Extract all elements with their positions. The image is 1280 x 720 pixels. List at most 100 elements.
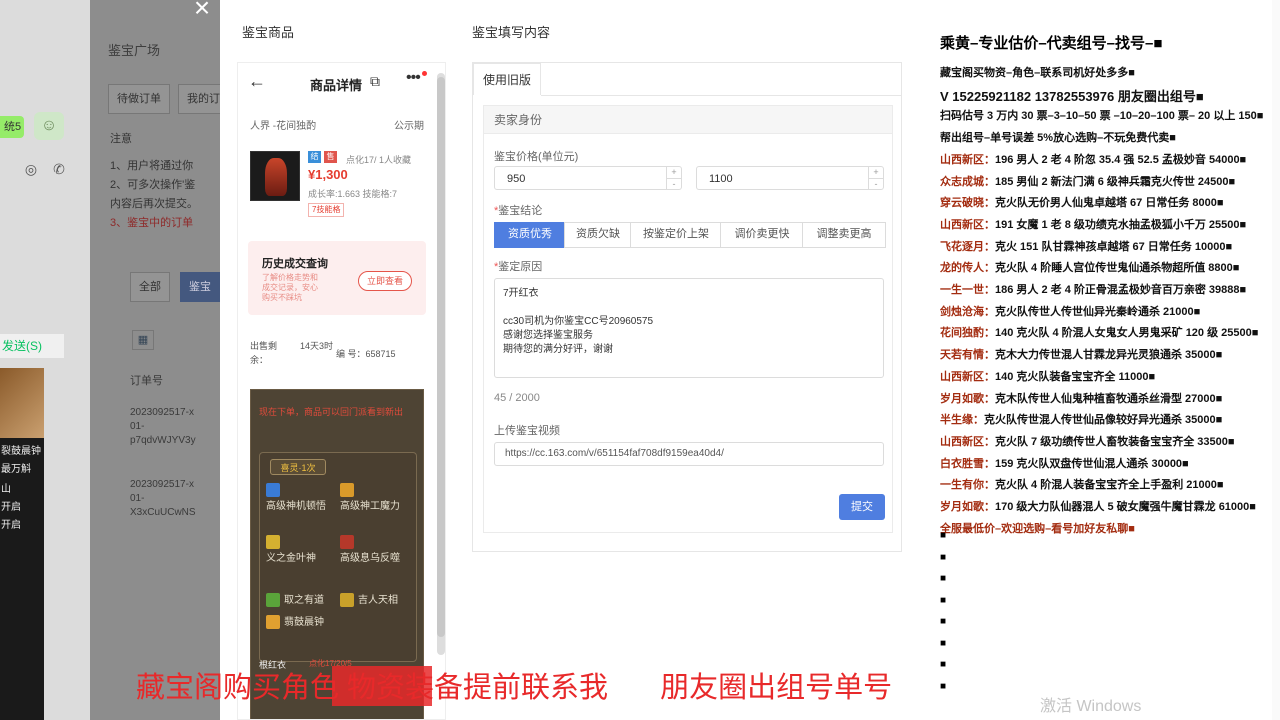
scrollbar-thumb[interactable] xyxy=(437,77,445,637)
video-url-input[interactable]: https://cc.163.com/v/651154faf708df9159e… xyxy=(494,442,884,466)
sale-left-label: 出售剩余： xyxy=(250,341,278,365)
option-sell-higher[interactable]: 调整卖更高 xyxy=(802,222,886,248)
chip-all[interactable]: 全部 xyxy=(130,272,170,302)
appraisal-modal: 鉴宝商品 鉴宝填写内容 ← 商品详情 ⧉ ••• 人界 -花间独酌 公示期 结 … xyxy=(220,0,926,720)
ad-line: 龙的传人：克火队 4 阶睡人宫位传世鬼仙通杀物超所值 8800■ xyxy=(940,259,1239,275)
skill-label: 义之金叶神 xyxy=(266,553,316,564)
ad-title: 乘黄–专业估价–代卖组号–找号–■ xyxy=(940,35,1163,52)
price: ¥1,300 xyxy=(308,167,348,182)
stepper[interactable]: + - xyxy=(868,167,883,189)
chip-appraisal[interactable]: 鉴宝 xyxy=(180,272,220,302)
ad-line-key: 山西新区： xyxy=(940,435,995,448)
goods-header: 鉴宝商品 xyxy=(242,25,295,40)
ad-line-key: 花间独酌： xyxy=(940,327,995,340)
section-title: 卖家身份 xyxy=(484,106,892,134)
favorite-count: 点化17/ 1人收藏 xyxy=(346,155,412,165)
ad-line-value: 185 男仙 2 新法门满 6 级神兵霜克火传世 24500■ xyxy=(995,175,1236,188)
ad-line-key: 岁月如歌： xyxy=(940,501,995,513)
close-icon[interactable]: × xyxy=(188,0,216,22)
ad-line-key: 天若有情： xyxy=(940,349,995,362)
tab-divider xyxy=(541,95,901,96)
table-row[interactable]: 2023092517-x 01- p7qdvWJYV3y xyxy=(130,406,230,448)
skill-icon xyxy=(340,483,354,497)
skill-icon xyxy=(266,615,280,629)
sticker-icon[interactable]: ☺ xyxy=(34,112,64,140)
ad-line-value: 克火 151 队甘霖神孩卓越塔 67 日常任务 10000■ xyxy=(995,240,1233,253)
skills-box: 喜灵·1次 高级神机顿悟 高级神工魔力 义之金叶神 高级息乌反噬 取之有道 吉人… xyxy=(259,452,417,662)
ad-panel: 乘黄–专业估价–代卖组号–找号–■ 藏宝阁买物资–角色–联系司机好处多多■ V 1… xyxy=(926,0,1280,720)
more-icon[interactable]: ••• xyxy=(406,69,421,87)
skill-icon xyxy=(266,535,280,549)
phone-icon[interactable]: ✆ xyxy=(50,160,68,178)
ad-line-value: 克火队 4 阶睡人宫位传世鬼仙通杀物超所值 8800■ xyxy=(995,262,1240,275)
ad-line: 帮出组号–单号误差 5%放心选购–不玩免费代卖■ xyxy=(940,129,1176,145)
option-lacking[interactable]: 资质欠缺 xyxy=(564,222,632,248)
ad-line: 岁月如歌：克木队传世人仙鬼种植畜牧通杀丝滑型 27000■ xyxy=(940,390,1222,406)
view-history-button[interactable]: 立即查看 xyxy=(358,271,412,291)
option-list-at-price[interactable]: 按鉴定价上架 xyxy=(630,222,722,248)
ad-line-value: 191 女魔 1 老 8 级功绩克水抽孟极狐小千万 25500■ xyxy=(995,218,1247,231)
ad-line-key: 飞花逐月： xyxy=(940,240,995,253)
skill-icon xyxy=(340,535,354,549)
ad-line-value: 扫码估号 3 万内 30 票–3–10–50 票 –10–20–100 票– 2… xyxy=(940,110,1264,123)
growth-rate: 成长率:1.663 技能格:7 xyxy=(308,189,398,199)
price-max-input[interactable]: 1100 + - xyxy=(696,166,884,190)
ad-line-key: 众志成城： xyxy=(940,175,995,188)
seller-card: 卖家身份 鉴宝价格(单位元) 950 + - 1100 + - *鉴宝结论 资质优秀… xyxy=(483,105,893,533)
page-title: 鉴宝广场 xyxy=(108,43,161,58)
ad-line-value: 帮出组号–单号误差 5%放心选购–不玩免费代卖■ xyxy=(940,132,1176,145)
external-link-icon[interactable]: ⧉ xyxy=(370,73,380,90)
order-id: 01- xyxy=(130,421,145,432)
emoji-icon[interactable]: ◎ xyxy=(22,160,40,178)
conclusion-options: 资质优秀 资质欠缺 按鉴定价上架 调价卖更快 调整卖更高 xyxy=(494,222,886,248)
price-min-input[interactable]: 950 + - xyxy=(494,166,682,190)
ad-line-key: 山西新区： xyxy=(940,218,995,231)
ad-line-value: 克火队传世混人传世仙品像较好异光通杀 35000■ xyxy=(984,414,1223,427)
ad-line-key: 山西新区： xyxy=(940,153,995,166)
video-label: 上传鉴宝视频 xyxy=(494,425,560,437)
video-thumbnail[interactable]: 裂鼓晨钟 最万斛 山 开启 开启 xyxy=(0,368,44,720)
table-row[interactable]: 2023092517-x 01- X3xCuUCwNS xyxy=(130,478,230,520)
submit-button[interactable]: 提交 xyxy=(839,494,885,520)
reason-label-text: 鉴定原因 xyxy=(498,261,543,273)
tab-old-version[interactable]: 使用旧版 xyxy=(473,63,541,95)
ad-line-value: 克火队 4 阶混人装备宝宝齐全上手盈利 21000■ xyxy=(995,479,1224,492)
stepper[interactable]: + - xyxy=(666,167,681,189)
character-avatar xyxy=(250,151,300,201)
send-button[interactable]: 发送(S) xyxy=(0,334,64,358)
ad-line: V 15225921182 13782553976 朋友圈出组号■ xyxy=(940,86,1204,105)
tab-pending[interactable]: 待做订单 xyxy=(108,84,170,114)
ad-line: 藏宝阁买物资–角色–联系司机好处多多■ xyxy=(940,64,1135,80)
video-line: 裂鼓晨钟 xyxy=(1,446,41,457)
caption-right: 朋友圈出组号单号 xyxy=(660,672,893,704)
reason-textarea[interactable]: 7开红衣 cc30司机为你鉴宝CC号20960575 感谢您选择鉴宝服务 期待您… xyxy=(494,278,884,378)
ad-line-key: 一生有你： xyxy=(940,479,995,492)
ad-line: 山西新区：140 克火队装备宝宝齐全 11000■ xyxy=(940,368,1155,384)
server-name: 人界 -花间独酌 xyxy=(250,121,317,132)
scrollbar-track[interactable] xyxy=(1272,0,1280,720)
sale-left-value: 14天3时 xyxy=(300,341,334,351)
back-arrow-icon[interactable]: ← xyxy=(248,71,266,92)
grid-view-icon[interactable]: ▦ xyxy=(132,330,154,350)
ad-line: 白衣胜雪：159 克火队双盘传世仙混人通杀 30000■ xyxy=(940,455,1189,471)
skill-label: 高级息乌反噬 xyxy=(340,553,400,564)
skill-slot-badge: 7技能格 xyxy=(308,203,345,217)
ad-line: 一生一世：186 男人 2 老 4 阶正骨混孟极妙音百万亲密 39888■ xyxy=(940,281,1246,297)
ad-line: 山西新区：196 男人 2 老 4 阶忽 35.4 强 52.5 孟极妙音 54… xyxy=(940,151,1246,167)
option-sell-faster[interactable]: 调价卖更快 xyxy=(720,222,804,248)
ad-line-value: 159 克火队双盘传世仙混人通杀 30000■ xyxy=(995,457,1189,470)
skill-icon xyxy=(266,483,280,497)
price-max-value: 1100 xyxy=(709,173,733,185)
option-excellent[interactable]: 资质优秀 xyxy=(494,222,566,248)
order-id: X3xCuUCwNS xyxy=(130,507,196,518)
caption-left: 藏宝阁购买角色 物资装备提前联系我 xyxy=(136,672,609,704)
ad-line-key: 半生缘： xyxy=(940,414,984,427)
video-line: 最万斛 xyxy=(1,464,31,475)
char-count: 45 / 2000 xyxy=(494,392,540,404)
ad-line-value: 186 男人 2 老 4 阶正骨混孟极妙音百万亲密 39888■ xyxy=(995,284,1247,296)
ad-line: 一生有你：克火队 4 阶混人装备宝宝齐全上手盈利 21000■ xyxy=(940,476,1224,492)
ad-line: 山西新区：克火队 7 级功绩传世人畜牧装备宝宝齐全 33500■ xyxy=(940,433,1235,449)
ad-line: 山西新区：191 女魔 1 老 8 级功绩克水抽孟极狐小千万 25500■ xyxy=(940,216,1246,232)
ad-bullet: ■ xyxy=(940,637,947,649)
notice-title: 注意 xyxy=(110,133,132,145)
